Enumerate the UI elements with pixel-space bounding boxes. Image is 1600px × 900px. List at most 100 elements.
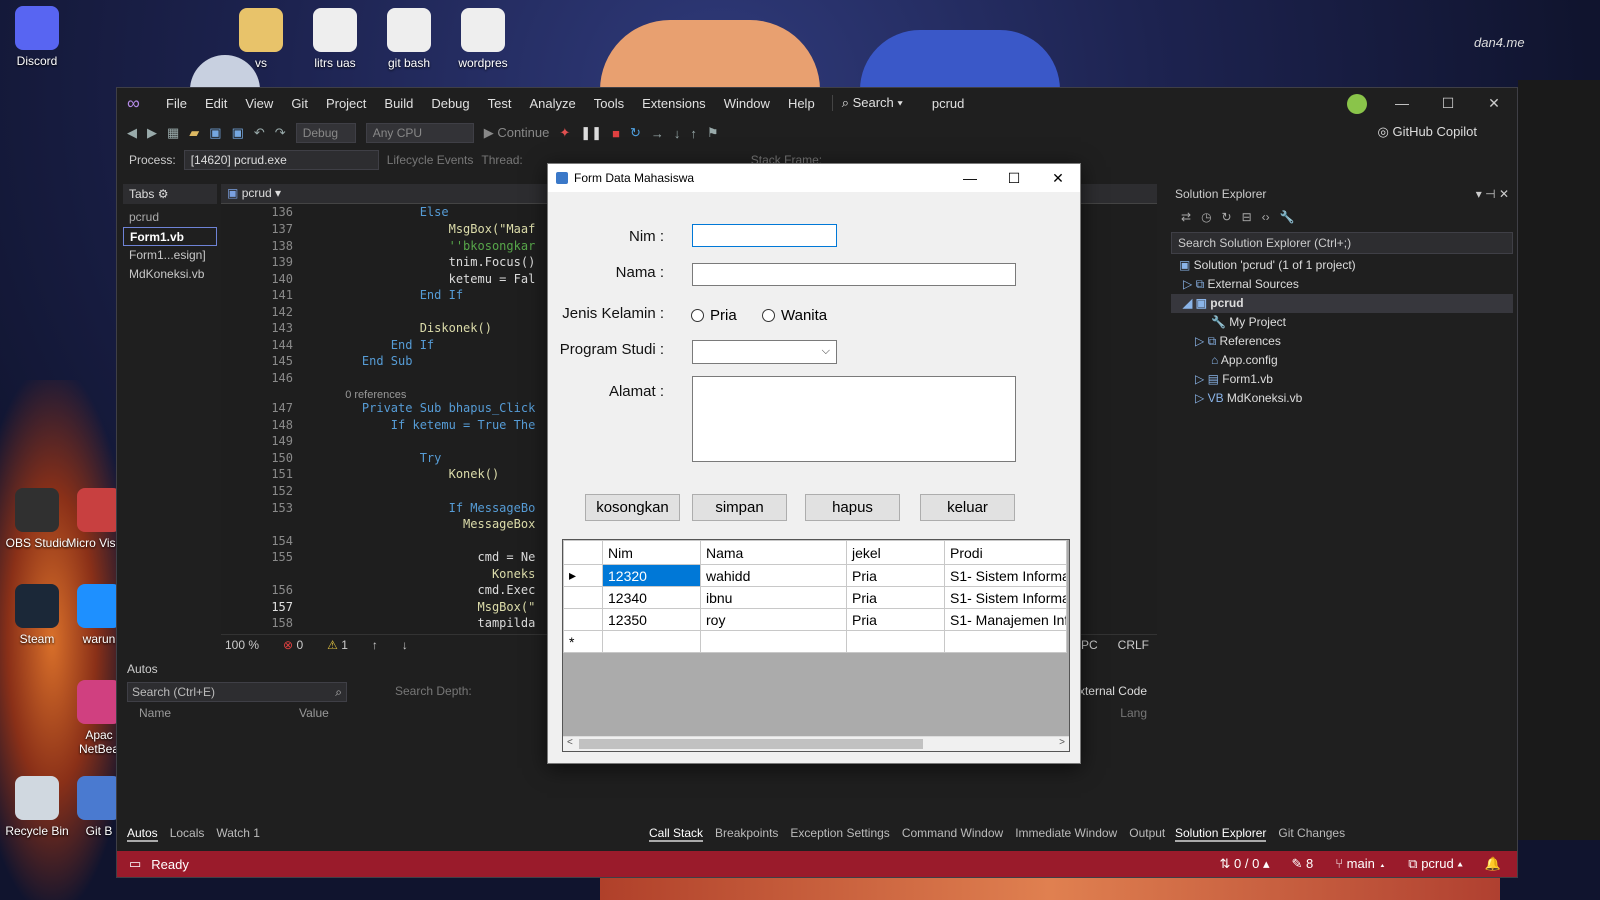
lifecycle-events[interactable]: Lifecycle Events [387, 153, 474, 167]
menu-item[interactable]: Help [779, 96, 824, 111]
grid-column-header[interactable]: Nim [602, 540, 701, 565]
nav-down-icon[interactable]: ↓ [402, 638, 408, 652]
current-row-arrow-icon[interactable]: ▸ [563, 564, 603, 587]
restart-icon[interactable]: ↻ [630, 125, 641, 141]
tree-item[interactable]: ⌂ App.config [1171, 351, 1513, 370]
grid-row[interactable]: 12340 ibnu Pria S1- Sistem Informa [563, 586, 1067, 609]
tree-item[interactable]: ▷ VB MdKoneksi.vb [1171, 389, 1513, 408]
radio-pria[interactable]: Pria [691, 307, 737, 324]
grid-column-header[interactable]: Nama [700, 540, 847, 565]
back-icon[interactable]: ◀ [127, 125, 137, 141]
debug-tab[interactable]: Command Window [902, 826, 1003, 842]
grid-cell[interactable]: 12320 [602, 564, 701, 587]
scroll-thumb[interactable] [579, 739, 923, 749]
menu-item[interactable]: Project [317, 96, 375, 111]
menu-item[interactable]: Extensions [633, 96, 715, 111]
tree-item[interactable]: ▣ Solution 'pcrud' (1 of 1 project) [1171, 256, 1513, 275]
alamat-textarea[interactable] [692, 376, 1016, 462]
external-code-row[interactable]: External Code [1071, 684, 1147, 698]
debug-tab[interactable]: Exception Settings [790, 826, 889, 842]
pin-icon[interactable]: ▾ ⊣ ✕ [1476, 187, 1509, 201]
form-close-icon[interactable]: ✕ [1036, 164, 1080, 192]
step-out-icon[interactable]: ↑ [690, 126, 697, 141]
configuration-select[interactable]: Debug [295, 123, 356, 143]
menu-item[interactable]: Window [715, 96, 779, 111]
error-count[interactable]: 0 [296, 638, 303, 652]
grid-cell[interactable]: S1- Sistem Informa [944, 564, 1067, 587]
kosongkan-button[interactable]: kosongkan [585, 494, 680, 521]
tab-watch1[interactable]: Watch 1 [216, 826, 260, 842]
tab-mdkoneksi[interactable]: MdKoneksi.vb [123, 265, 217, 284]
pending-edits[interactable]: ✎ 8 [1291, 856, 1313, 872]
branch-selector[interactable]: ⑂ main ▴ [1335, 856, 1386, 872]
tab-git-changes[interactable]: Git Changes [1278, 826, 1345, 842]
undo-icon[interactable]: ↶ [254, 125, 265, 141]
github-copilot-button[interactable]: ◎ GitHub Copilot [1377, 124, 1477, 140]
sync-icon[interactable]: ⇄ [1181, 210, 1191, 224]
open-folder-icon[interactable]: ▰ [189, 125, 199, 141]
keluar-button[interactable]: keluar [920, 494, 1015, 521]
solution-search-input[interactable]: Search Solution Explorer (Ctrl+;) [1171, 232, 1513, 254]
user-avatar[interactable] [1347, 94, 1367, 114]
menu-item[interactable]: View [236, 96, 282, 111]
desktop-icon[interactable]: Discord [2, 6, 72, 68]
data-grid[interactable]: Nim Nama jekel Prodi ▸ 12320 wahidd Pria S1- Sis… [562, 539, 1070, 752]
desktop-icon[interactable]: git bash [374, 8, 444, 70]
scroll-right-icon[interactable]: > [1059, 737, 1065, 748]
menu-item[interactable]: Analyze [520, 96, 584, 111]
repo-selector[interactable]: ⧉ pcrud ▴ [1408, 856, 1463, 872]
stop-icon[interactable]: ■ [612, 126, 620, 141]
grid-cell[interactable] [846, 630, 945, 653]
radio-wanita[interactable]: Wanita [762, 307, 827, 324]
form-maximize-icon[interactable]: ☐ [992, 164, 1036, 192]
grid-cell[interactable]: Pria [846, 608, 945, 631]
fire-icon[interactable]: ✦ [559, 125, 570, 141]
debug-tab[interactable]: Call Stack [649, 826, 704, 842]
redo-icon[interactable]: ↷ [275, 125, 286, 141]
tree-item[interactable]: ▷ ⧉ External Sources [1171, 275, 1513, 294]
grid-cell[interactable]: Pria [846, 564, 945, 587]
menu-item[interactable]: Edit [196, 96, 236, 111]
debug-tab[interactable]: Immediate Window [1015, 826, 1117, 842]
grid-cell[interactable]: S1- Sistem Informa [944, 586, 1067, 609]
grid-cell[interactable]: S1- Manajemen Inf [944, 608, 1067, 631]
desktop-icon[interactable]: Recycle Bin [2, 776, 72, 838]
grid-cell[interactable]: ibnu [700, 586, 847, 609]
continue-button[interactable]: ▶ Continue [484, 125, 550, 141]
tree-item[interactable]: 🔧 My Project [1171, 313, 1513, 332]
minimize-icon[interactable]: — [1379, 95, 1425, 111]
line-ending-indicator[interactable]: CRLF [1118, 638, 1149, 652]
desktop-icon[interactable]: OBS Studio [2, 488, 72, 550]
refresh-icon[interactable]: ↻ [1222, 210, 1232, 224]
history-icon[interactable]: ◷ [1201, 210, 1211, 224]
process-select[interactable]: [14620] pcrud.exe [183, 150, 379, 170]
platform-select[interactable]: Any CPU [365, 123, 474, 143]
zoom-level[interactable]: 100 % [225, 638, 259, 652]
grid-cell[interactable]: wahidd [700, 564, 847, 587]
menu-item[interactable]: Tools [585, 96, 633, 111]
simpan-button[interactable]: simpan [692, 494, 787, 521]
step-into-icon[interactable]: ↓ [674, 126, 681, 141]
autos-search-input[interactable]: Search (Ctrl+E) ⌕ [127, 682, 347, 702]
menu-item[interactable]: Debug [422, 96, 478, 111]
pause-icon[interactable]: ❚❚ [580, 125, 602, 141]
scroll-left-icon[interactable]: < [567, 737, 573, 748]
save-icon[interactable]: ▣ [209, 125, 221, 141]
desktop-icon[interactable]: Steam [2, 584, 72, 646]
program-studi-select[interactable]: ⌵ [692, 340, 837, 364]
tab-form1-design[interactable]: Form1...esign] [123, 246, 217, 265]
grid-column-header[interactable]: Prodi [944, 540, 1067, 565]
desktop-icon[interactable]: vs [226, 8, 296, 70]
form-minimize-icon[interactable]: — [948, 164, 992, 192]
maximize-icon[interactable]: ☐ [1425, 95, 1471, 112]
grid-column-header[interactable]: jekel [846, 540, 945, 565]
grid-cell[interactable]: 12350 [602, 608, 701, 631]
notifications-icon[interactable]: 🔔 [1485, 856, 1501, 872]
close-icon[interactable]: ✕ [1471, 95, 1517, 112]
nim-input[interactable] [692, 224, 837, 247]
grid-cell[interactable]: roy [700, 608, 847, 631]
wrench-icon[interactable]: 🔧 [1280, 210, 1295, 224]
git-sync[interactable]: ⇅ 0 / 0 ▴ [1220, 856, 1270, 872]
desktop-icon[interactable]: wordpres [448, 8, 518, 70]
row-header[interactable] [563, 586, 603, 609]
